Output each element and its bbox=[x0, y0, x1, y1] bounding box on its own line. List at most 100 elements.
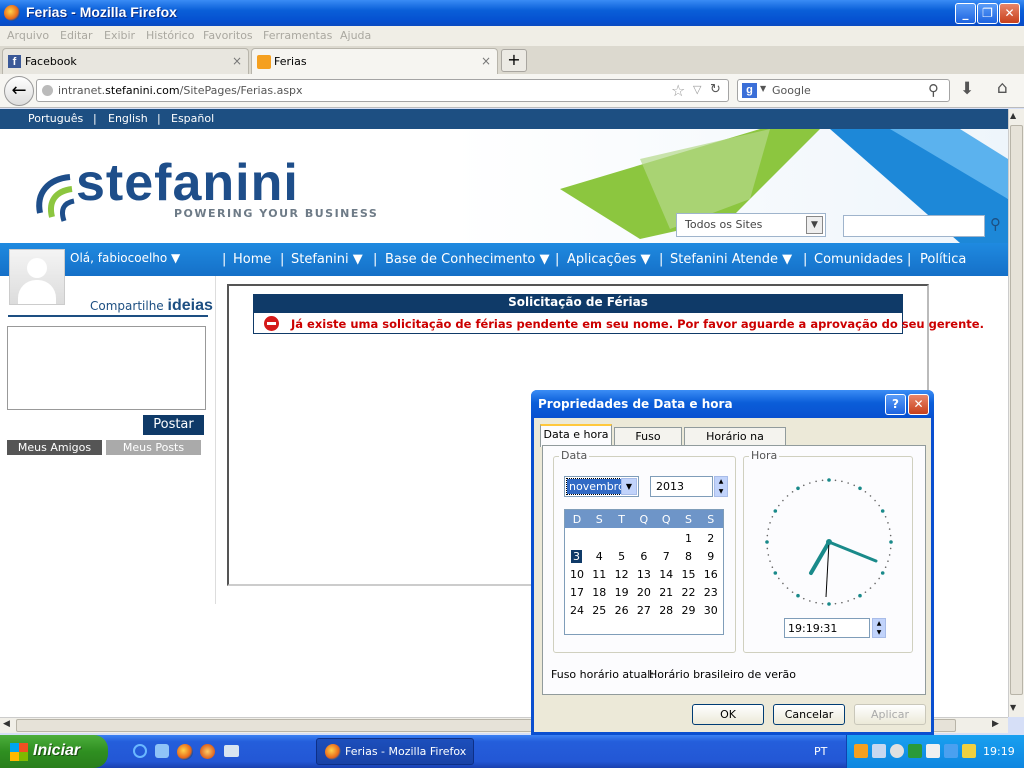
nav-home[interactable]: Home bbox=[233, 252, 271, 267]
nav-aplicacoes[interactable]: Aplicações ▼ bbox=[567, 252, 650, 267]
vertical-scrollbar[interactable]: ▲ ▼ bbox=[1008, 109, 1024, 717]
tab-horario-internet[interactable]: Horário na Internet bbox=[684, 427, 786, 461]
calendar-day[interactable]: 8 bbox=[679, 550, 699, 563]
calendar-day[interactable]: 7 bbox=[656, 550, 676, 563]
calendar-day[interactable]: 21 bbox=[656, 586, 676, 599]
calendar-day[interactable]: 1 bbox=[679, 532, 699, 545]
minimize-button[interactable]: _ bbox=[955, 3, 976, 24]
calendar-day[interactable]: 3 bbox=[571, 550, 582, 563]
download-icon[interactable]: ⬇ bbox=[960, 79, 974, 99]
tab-data-e-hora[interactable]: Data e hora bbox=[540, 424, 612, 447]
calendar-day[interactable]: 4 bbox=[589, 550, 609, 563]
display-icon[interactable] bbox=[944, 744, 958, 758]
calendar-day[interactable]: 22 bbox=[679, 586, 699, 599]
menu-editar[interactable]: Editar bbox=[60, 29, 93, 42]
volume-icon[interactable] bbox=[890, 744, 904, 758]
chevron-down-icon[interactable]: ▼ bbox=[806, 216, 823, 234]
calendar-day[interactable]: 30 bbox=[701, 604, 721, 617]
menu-favoritos[interactable]: Favoritos bbox=[203, 29, 253, 42]
lang-english[interactable]: English bbox=[108, 112, 148, 125]
menu-historico[interactable]: Histórico bbox=[146, 29, 194, 42]
messenger-icon[interactable] bbox=[962, 744, 976, 758]
scroll-up-icon[interactable]: ▲ bbox=[1010, 111, 1016, 120]
nav-stefanini[interactable]: Stefanini ▼ bbox=[291, 252, 363, 267]
nav-politica[interactable]: Política bbox=[920, 252, 966, 267]
tab-close-icon[interactable]: × bbox=[232, 54, 242, 68]
calendar-day[interactable]: 26 bbox=[612, 604, 632, 617]
nav-base-conhecimento[interactable]: Base de Conhecimento ▼ bbox=[385, 252, 550, 267]
back-arrow-icon[interactable]: ← bbox=[4, 76, 34, 106]
calendar-day[interactable]: 19 bbox=[612, 586, 632, 599]
help-button[interactable]: ? bbox=[885, 394, 906, 415]
year-spinner[interactable]: ▲ ▼ bbox=[714, 476, 728, 497]
printer-icon[interactable] bbox=[926, 744, 940, 758]
share-textarea[interactable] bbox=[7, 326, 206, 410]
calendar-day[interactable]: 11 bbox=[589, 568, 609, 581]
ie-icon[interactable] bbox=[133, 744, 147, 758]
history-dropdown-icon[interactable]: ▽ bbox=[693, 83, 701, 96]
window-title-bar[interactable]: Ferias - Mozilla Firefox _ ❐ ✕ bbox=[0, 0, 1024, 26]
stefanini-logo[interactable]: stefanini bbox=[76, 153, 299, 213]
reload-icon[interactable]: ↻ bbox=[710, 82, 721, 97]
calendar-day[interactable]: 18 bbox=[589, 586, 609, 599]
new-tab-button[interactable]: + bbox=[501, 49, 527, 72]
dialog-close-button[interactable]: ✕ bbox=[908, 394, 929, 415]
site-scope-select[interactable]: Todos os Sites ▼ bbox=[676, 213, 826, 237]
calendar-day[interactable]: 27 bbox=[634, 604, 654, 617]
tray-app-icon[interactable] bbox=[854, 744, 868, 758]
calendar-day[interactable]: 16 bbox=[701, 568, 721, 581]
nav-comunidades[interactable]: Comunidades bbox=[814, 252, 903, 267]
bookmark-star-icon[interactable]: ☆ bbox=[671, 81, 685, 100]
network-app-icon[interactable] bbox=[224, 745, 239, 757]
calendar-day[interactable]: 5 bbox=[612, 550, 632, 563]
tab-ferias[interactable]: Ferias × bbox=[251, 48, 498, 74]
calendar-day[interactable]: 24 bbox=[567, 604, 587, 617]
calendar-day[interactable]: 25 bbox=[589, 604, 609, 617]
close-window-button[interactable]: ✕ bbox=[999, 3, 1020, 24]
time-field[interactable]: 19:19:31 bbox=[784, 618, 870, 638]
restore-button[interactable]: ❐ bbox=[977, 3, 998, 24]
media-icon[interactable] bbox=[200, 744, 215, 759]
month-select[interactable]: novembro ▼ bbox=[564, 476, 639, 497]
home-icon[interactable]: ⌂ bbox=[997, 78, 1008, 98]
nav-stefanini-atende[interactable]: Stefanini Atende ▼ bbox=[670, 252, 792, 267]
tab-facebook[interactable]: f Facebook × bbox=[2, 48, 249, 74]
network-icon[interactable] bbox=[872, 744, 886, 758]
year-field[interactable]: 2013 bbox=[650, 476, 713, 497]
search-icon[interactable]: ⚲ bbox=[990, 215, 1001, 233]
lang-espanol[interactable]: Español bbox=[171, 112, 214, 125]
calendar-day[interactable]: 2 bbox=[701, 532, 721, 545]
calendar-day[interactable]: 23 bbox=[701, 586, 721, 599]
time-spinner[interactable]: ▲ ▼ bbox=[872, 618, 886, 638]
calendar-day[interactable]: 12 bbox=[612, 568, 632, 581]
calendar-day[interactable]: 15 bbox=[679, 568, 699, 581]
menu-ajuda[interactable]: Ajuda bbox=[340, 29, 371, 42]
firefox-quicklaunch-icon[interactable] bbox=[177, 744, 193, 760]
clock[interactable]: 19:19 bbox=[983, 745, 1015, 758]
calendar-day[interactable]: 13 bbox=[634, 568, 654, 581]
tab-fuso-horario[interactable]: Fuso horário bbox=[614, 427, 682, 461]
task-firefox[interactable]: Ferias - Mozilla Firefox bbox=[316, 738, 474, 765]
ok-button[interactable]: OK bbox=[692, 704, 764, 725]
tab-meus-amigos[interactable]: Meus Amigos bbox=[7, 440, 102, 455]
desktop-icon[interactable] bbox=[155, 744, 169, 758]
cancel-button[interactable]: Cancelar bbox=[773, 704, 845, 725]
search-icon[interactable]: ⚲ bbox=[928, 81, 939, 99]
apply-button[interactable]: Aplicar bbox=[854, 704, 926, 725]
engine-dropdown-icon[interactable]: ▼ bbox=[760, 84, 766, 93]
tab-meus-posts[interactable]: Meus Posts bbox=[106, 440, 201, 455]
calendar-day[interactable]: 10 bbox=[567, 568, 587, 581]
start-button[interactable]: Iniciar bbox=[0, 735, 108, 768]
security-icon[interactable] bbox=[908, 744, 922, 758]
calendar-day[interactable]: 14 bbox=[656, 568, 676, 581]
site-search-input[interactable] bbox=[843, 215, 985, 237]
language-indicator[interactable]: PT bbox=[814, 745, 827, 758]
calendar-day[interactable]: 9 bbox=[701, 550, 721, 563]
scroll-thumb[interactable] bbox=[1010, 125, 1023, 695]
calendar-day[interactable]: 20 bbox=[634, 586, 654, 599]
tab-close-icon[interactable]: × bbox=[481, 54, 491, 68]
post-button[interactable]: Postar bbox=[143, 415, 204, 435]
menu-ferramentas[interactable]: Ferramentas bbox=[263, 29, 332, 42]
calendar-day[interactable]: 28 bbox=[656, 604, 676, 617]
dialog-title-bar[interactable]: Propriedades de Data e hora ? ✕ bbox=[531, 390, 934, 418]
